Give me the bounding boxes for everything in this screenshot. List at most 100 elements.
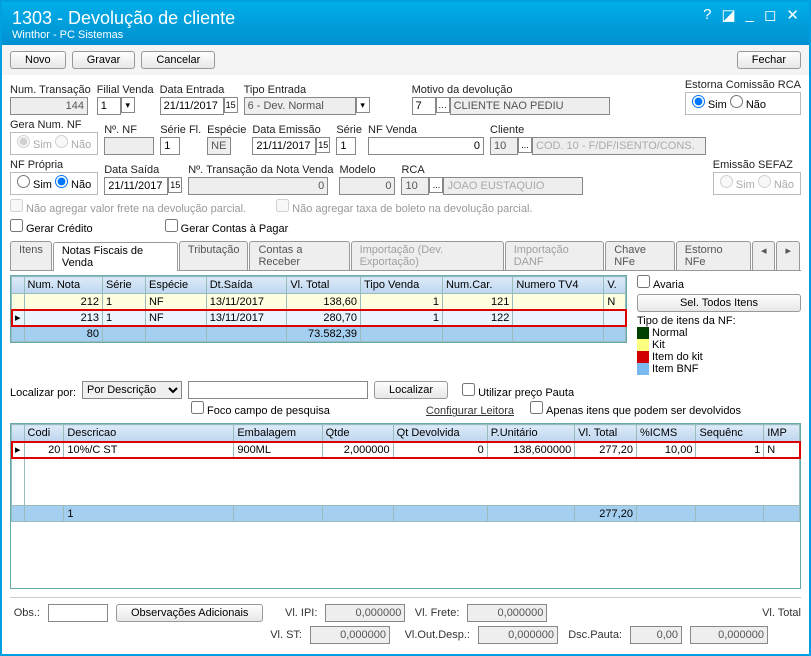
especie-input	[207, 137, 231, 155]
calendar-icon[interactable]: 15	[168, 177, 182, 193]
dsc-pauta	[630, 626, 682, 644]
label: Vl.Out.Desp.:	[398, 629, 470, 641]
config-leitora-link[interactable]: Configurar Leitora	[426, 405, 514, 417]
chk-foco[interactable]: Foco campo de pesquisa	[191, 401, 330, 417]
tab-chave[interactable]: Chave NFe	[605, 241, 675, 270]
nf-venda-input[interactable]	[368, 137, 484, 155]
tab-tributacao[interactable]: Tributação	[179, 241, 249, 270]
no-nf-input	[104, 137, 154, 155]
edit-icon[interactable]: ◪	[721, 6, 735, 24]
col-especie[interactable]: Espécie	[145, 277, 206, 294]
chk-boleto: Não agregar taxa de boleto na devolução …	[276, 199, 532, 215]
tab-importacao-exp: Importação (Dev. Exportação)	[351, 241, 504, 270]
serie-input[interactable]	[336, 137, 356, 155]
rca-cod	[401, 177, 429, 195]
chk-pauta[interactable]: Utilizar preço Pauta	[462, 383, 574, 399]
label: Data Emissão	[252, 124, 330, 136]
label: Modelo	[339, 164, 395, 176]
gravar-button[interactable]: Gravar	[72, 51, 136, 69]
label: NF Própria	[10, 159, 98, 171]
label: Série Fl.	[160, 124, 201, 136]
sefaz-sim: Sim	[720, 179, 755, 191]
filial-input[interactable]	[97, 97, 121, 115]
table-row[interactable]	[12, 458, 800, 506]
fechar-button[interactable]: Fechar	[737, 51, 801, 69]
label: Vl. Total	[755, 607, 801, 619]
estorna-nao[interactable]: Não	[730, 99, 766, 111]
chk-avaria[interactable]: Avaria	[637, 279, 684, 291]
label: Nº. Transação da Nota Venda	[188, 164, 333, 176]
col-tv4[interactable]: Numero TV4	[513, 277, 604, 294]
label: Nº. NF	[104, 124, 154, 136]
data-saida-input[interactable]	[104, 177, 168, 195]
label: Filial Venda	[97, 84, 154, 96]
tipo-entrada-input[interactable]	[244, 97, 356, 115]
tabs: Itens Notas Fiscais de Venda Tributação …	[10, 241, 801, 271]
obs-adic-button[interactable]: Observações Adicionais	[116, 604, 263, 622]
notas-grid[interactable]: Num. Nota Série Espécie Dt.Saída Vl. Tot…	[11, 276, 626, 342]
label: Vl. IPI:	[271, 607, 317, 619]
tab-scroll-left[interactable]: ◂	[752, 241, 776, 270]
col-num[interactable]: Num. Nota	[24, 277, 102, 294]
motivo-desc	[450, 97, 610, 115]
label: RCA	[401, 164, 583, 176]
table-row[interactable]: 2121NF13/11/2017138,601121N	[12, 294, 626, 310]
legend-bnf: Item BNF	[637, 363, 801, 375]
tab-contas[interactable]: Contas a Receber	[249, 241, 349, 270]
close-icon[interactable]: ✕	[786, 6, 799, 24]
col-car[interactable]: Num.Car.	[442, 277, 512, 294]
col-vltotal[interactable]: Vl. Total	[287, 277, 361, 294]
serie-fl-input[interactable]	[160, 137, 180, 155]
data-emissao-input[interactable]	[252, 137, 316, 155]
lookup-icon[interactable]: …	[436, 97, 450, 113]
label: Emissão SEFAZ	[713, 159, 801, 171]
help-icon[interactable]: ?	[703, 6, 711, 24]
col-serie[interactable]: Série	[102, 277, 145, 294]
tab-scroll-right[interactable]: ▸	[776, 241, 800, 270]
chk-credito[interactable]: Gerar Crédito	[10, 219, 93, 235]
table-row[interactable]: ▸ 20 10%/C ST 900ML 2,000000 0 138,60000…	[12, 442, 800, 458]
table-row-selected[interactable]: ▸2131NF13/11/2017280,701122	[12, 310, 626, 326]
chk-apenas-dev[interactable]: Apenas itens que podem ser devolvidos	[530, 401, 741, 417]
estorna-sim[interactable]: Sim	[692, 99, 727, 111]
motivo-cod-input[interactable]	[412, 97, 436, 115]
rca-desc	[443, 177, 583, 195]
lookup-icon[interactable]: ...	[429, 177, 443, 193]
calendar-icon[interactable]: 15	[316, 137, 330, 153]
col-dt[interactable]: Dt.Saída	[206, 277, 287, 294]
maximize-icon[interactable]: ◻	[764, 6, 776, 24]
obs-input[interactable]	[48, 604, 108, 622]
nfpropria-sim[interactable]: Sim	[17, 179, 52, 191]
tab-itens[interactable]: Itens	[10, 241, 52, 270]
sefaz-nao: Não	[758, 179, 794, 191]
col-v[interactable]: V.	[604, 277, 626, 294]
vl-outdesp	[478, 626, 558, 644]
itens-grid[interactable]: Codi Descricao Embalagem Qtde Qt Devolvi…	[11, 424, 800, 522]
sel-todos-button[interactable]: Sel. Todos Itens	[637, 294, 801, 312]
tab-importacao-danf: Importação DANF	[505, 241, 605, 270]
label: Localizar por:	[10, 387, 76, 399]
vl-frete	[467, 604, 547, 622]
legend-kit: Kit	[637, 339, 801, 351]
label: Motivo da devolução	[412, 84, 610, 96]
col-tipo[interactable]: Tipo Venda	[360, 277, 442, 294]
data-entrada-input[interactable]	[160, 97, 224, 115]
dropdown-icon[interactable]: ▾	[121, 97, 135, 113]
localizar-button[interactable]: Localizar	[374, 381, 448, 399]
cancelar-button[interactable]: Cancelar	[141, 51, 215, 69]
calendar-icon[interactable]: 15	[224, 97, 238, 113]
tab-estorno[interactable]: Estorno NFe	[676, 241, 751, 270]
search-input[interactable]	[188, 381, 368, 399]
dropdown-icon[interactable]: ▾	[356, 97, 370, 113]
localizar-por-select[interactable]: Por Descrição	[82, 381, 182, 399]
tab-notas[interactable]: Notas Fiscais de Venda	[53, 242, 178, 271]
novo-button[interactable]: Novo	[10, 51, 66, 69]
vl-ipi	[325, 604, 405, 622]
lookup-icon[interactable]: ...	[518, 137, 532, 153]
minimize-icon[interactable]: _	[746, 6, 754, 24]
label: Num. Transação	[10, 84, 91, 96]
cliente-cod	[490, 137, 518, 155]
chk-contas[interactable]: Gerar Contas à Pagar	[165, 219, 289, 235]
label: Dsc.Pauta:	[566, 629, 622, 641]
nfpropria-nao[interactable]: Não	[55, 179, 91, 191]
